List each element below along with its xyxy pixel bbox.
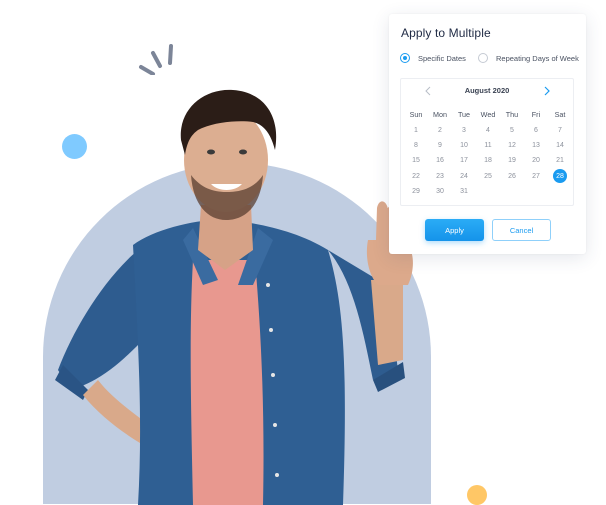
decorative-dot-orange — [467, 485, 487, 505]
calendar-day[interactable]: 17 — [452, 153, 476, 168]
calendar-day[interactable]: 1 — [404, 123, 428, 138]
weekday-label: Sat — [554, 110, 566, 120]
calendar-day[interactable]: 29 — [404, 184, 428, 199]
calendar-day[interactable]: 20 — [524, 153, 548, 168]
calendar-day-selected[interactable]: 28 — [548, 169, 572, 184]
dialog-title: Apply to Multiple — [401, 26, 491, 40]
empty-day-cell — [524, 184, 548, 199]
calendar-day[interactable]: 25 — [476, 169, 500, 184]
radio-label: Specific Dates — [418, 53, 466, 63]
weekday-label: Tue — [457, 110, 471, 120]
calendar-week-row: 22 23 24 25 26 27 28 — [404, 169, 572, 184]
calendar-day[interactable]: 4 — [476, 123, 500, 138]
weekday-header-row: Sun Mon Tue Wed Thu Fri Sat — [404, 107, 572, 122]
calendar-day[interactable]: 19 — [500, 153, 524, 168]
calendar-day[interactable]: 2 — [428, 123, 452, 138]
calendar-day[interactable]: 24 — [452, 169, 476, 184]
calendar-day[interactable]: 16 — [428, 153, 452, 168]
radio-label: Repeating Days of Week — [496, 53, 579, 63]
calendar-day[interactable]: 3 — [452, 123, 476, 138]
hero-illustration: Apply to Multiple Specific Dates Repeati… — [0, 0, 606, 505]
calendar-header: August 2020 — [401, 84, 573, 98]
chevron-right-icon — [544, 86, 550, 96]
empty-day-cell — [476, 184, 500, 199]
calendar-day[interactable]: 14 — [548, 138, 572, 153]
calendar-day[interactable]: 18 — [476, 153, 500, 168]
calendar-day[interactable]: 8 — [404, 138, 428, 153]
calendar-day[interactable]: 12 — [500, 138, 524, 153]
empty-day-cell — [548, 184, 572, 199]
apply-to-multiple-dialog: Apply to Multiple Specific Dates Repeati… — [389, 14, 586, 254]
calendar-grid: Sun Mon Tue Wed Thu Fri Sat 1 2 3 4 5 6 7 8 9 10 11 12 13 1… — [404, 107, 572, 199]
calendar-week-row: 1234567 — [404, 122, 572, 137]
calendar-day[interactable]: 11 — [476, 138, 500, 153]
calendar-week-row: 15 16 17 18 19 20 21 — [404, 153, 572, 168]
calendar-week-row: 8 9 10 11 12 13 14 — [404, 138, 572, 153]
weekday-label: Mon — [433, 110, 447, 120]
calendar-day[interactable]: 5 — [500, 123, 524, 138]
radio-repeating-days[interactable]: Repeating Days of Week — [478, 51, 579, 65]
person-image — [55, 89, 418, 505]
weekday-label: Wed — [480, 110, 496, 120]
radio-checked-icon[interactable] — [400, 53, 410, 63]
radio-specific-dates[interactable]: Specific Dates — [400, 51, 466, 65]
calendar-day[interactable]: 6 — [524, 123, 548, 138]
calendar-day[interactable]: 30 — [428, 184, 452, 199]
calendar-day[interactable]: 9 — [428, 138, 452, 153]
calendar-day[interactable]: 27 — [524, 169, 548, 184]
date-picker: August 2020 Sun Mon Tue Wed Thu Fri Sat 123456… — [400, 78, 574, 206]
calendar-day[interactable]: 13 — [524, 138, 548, 153]
cancel-button[interactable]: Cancel — [492, 219, 551, 241]
calendar-day[interactable]: 26 — [500, 169, 524, 184]
calendar-day[interactable]: 21 — [548, 153, 572, 168]
empty-day-cell — [500, 184, 524, 199]
calendar-day[interactable]: 23 — [428, 169, 452, 184]
selected-day-label: 28 — [553, 169, 567, 184]
weekday-label: Fri — [531, 110, 541, 120]
radio-unchecked-icon[interactable] — [478, 53, 488, 63]
calendar-day[interactable]: 15 — [404, 153, 428, 168]
weekday-label: Sun — [409, 110, 423, 120]
sparkle-lines-icon — [139, 44, 173, 75]
weekday-label: Thu — [505, 110, 519, 120]
calendar-week-row: 29 30 31 — [404, 184, 572, 199]
calendar-day[interactable]: 10 — [452, 138, 476, 153]
calendar-day[interactable]: 7 — [548, 123, 572, 138]
next-month-button[interactable] — [540, 84, 554, 98]
apply-button[interactable]: Apply — [425, 219, 484, 241]
calendar-day[interactable]: 22 — [404, 169, 428, 184]
calendar-day[interactable]: 31 — [452, 184, 476, 199]
